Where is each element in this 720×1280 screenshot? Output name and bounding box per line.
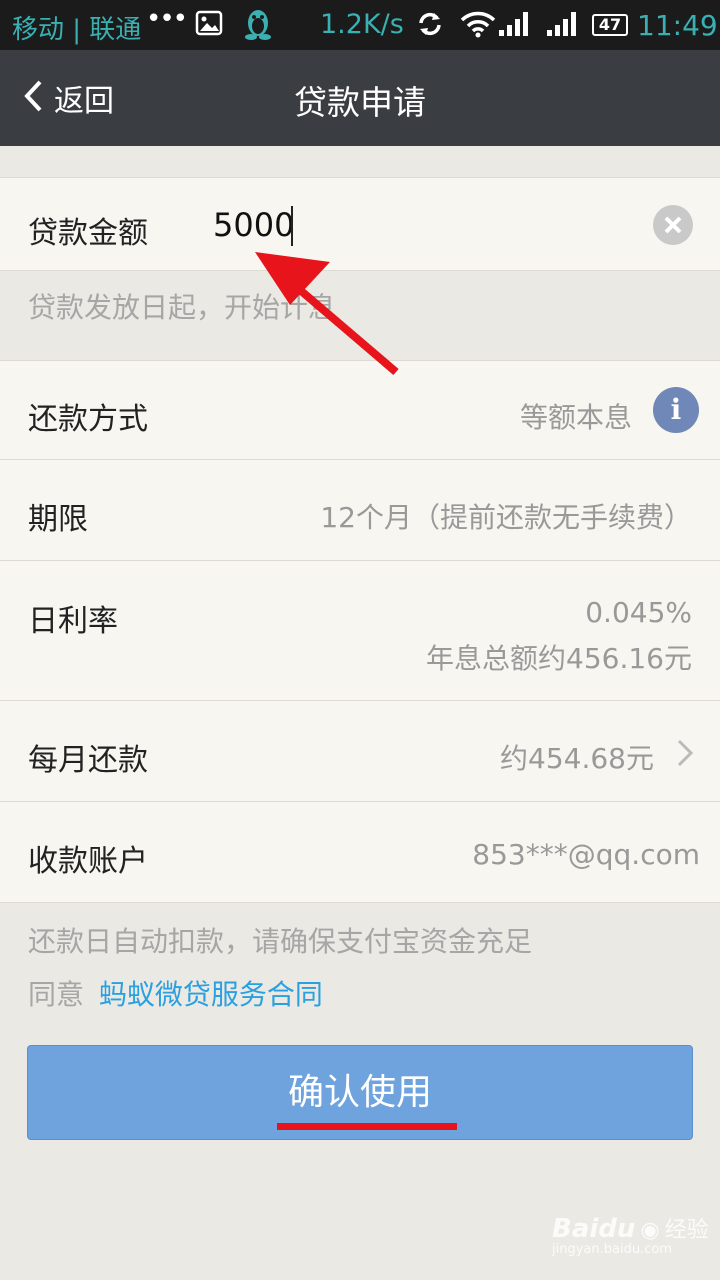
wifi-icon <box>460 10 496 45</box>
clock: 11:49 <box>637 9 718 42</box>
clear-icon[interactable] <box>653 205 693 245</box>
baidu-watermark: Baidu ◉ 经验 jingyan.baidu.com <box>552 1212 709 1257</box>
auto-debit-note: 还款日自动扣款，请确保支付宝资金充足 <box>28 925 533 958</box>
baidu-logo: Baidu <box>552 1214 636 1244</box>
daily-rate-label: 日利率 <box>28 604 118 639</box>
repay-method-value: 等额本息 <box>519 401 632 434</box>
repay-method-row[interactable]: 还款方式 等额本息 i <box>0 360 720 460</box>
network-speed: 1.2K/s <box>320 9 404 40</box>
daily-rate-row: 日利率 0.045% 年息总额约456.16元 <box>0 561 720 701</box>
sync-icon <box>416 10 444 45</box>
monthly-repay-label: 每月还款 <box>28 743 148 778</box>
monthly-repay-value: 约454.68元 <box>500 742 654 775</box>
battery-icon: 47 <box>592 13 628 43</box>
battery-level: 47 <box>598 15 622 34</box>
confirm-button[interactable]: 确认使用 <box>27 1045 693 1140</box>
annual-interest-total: 年息总额约456.16元 <box>426 642 692 675</box>
daily-rate-value: 0.045% <box>585 596 692 629</box>
image-icon <box>195 10 223 43</box>
monthly-repay-row[interactable]: 每月还款 约454.68元 <box>0 701 720 802</box>
status-bar: 移动 | 联通 ••• 1.2K/s 47 11:49 <box>0 0 720 50</box>
contract-link[interactable]: 蚂蚁微贷服务合同 <box>99 978 323 1011</box>
watermark-url: jingyan.baidu.com <box>552 1242 672 1257</box>
term-value: 12个月（提前还款无手续费） <box>320 501 692 534</box>
carrier-label: 移动 | 联通 <box>12 15 142 45</box>
account-label: 收款账户 <box>28 844 148 879</box>
repay-method-label: 还款方式 <box>28 402 148 437</box>
text-caret <box>291 206 293 246</box>
account-row: 收款账户 853***@qq.com <box>0 802 720 903</box>
amount-input[interactable] <box>213 206 593 244</box>
term-row: 期限 12个月（提前还款无手续费） <box>0 460 720 561</box>
account-value: 853***@qq.com <box>472 838 700 871</box>
info-icon[interactable]: i <box>653 387 699 433</box>
paw-icon: ◉ <box>640 1218 660 1243</box>
amount-row: 贷款金额 <box>0 177 720 271</box>
nav-bar: 返回 贷款申请 <box>0 50 720 146</box>
signal-icon <box>545 10 581 45</box>
signal-icon <box>497 10 533 45</box>
interest-note: 贷款发放日起，开始计息 <box>28 291 337 324</box>
qq-penguin-icon <box>243 6 273 49</box>
agree-prefix: 同意 <box>28 978 85 1011</box>
agreement-line: 同意 蚂蚁微贷服务合同 <box>28 973 323 1013</box>
amount-label: 贷款金额 <box>28 216 148 251</box>
term-label: 期限 <box>28 502 88 537</box>
more-dots-icon: ••• <box>146 4 188 34</box>
jingyan-label: 经验 <box>664 1218 709 1243</box>
chevron-right-icon <box>676 738 694 772</box>
page-title: 贷款申请 <box>294 83 426 122</box>
